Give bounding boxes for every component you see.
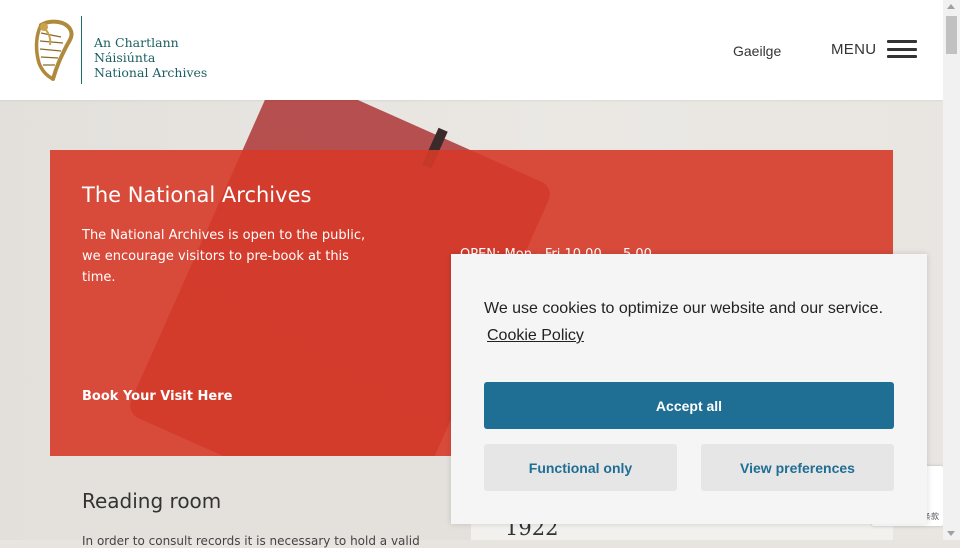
- scroll-down-arrow-icon[interactable]: [947, 531, 955, 536]
- view-preferences-button[interactable]: View preferences: [701, 444, 894, 491]
- scroll-thumb[interactable]: [946, 16, 957, 54]
- logo-irish-name: An Chartlann Náisiúnta: [94, 35, 179, 65]
- reading-room-section: Reading room In order to consult records…: [50, 456, 471, 548]
- reading-room-text: In order to consult records it is necess…: [82, 534, 420, 548]
- reading-room-title: Reading room: [82, 489, 222, 513]
- logo-text: An Chartlann Náisiúnta National Archives: [94, 35, 243, 80]
- menu-label: MENU: [831, 40, 877, 58]
- functional-only-button[interactable]: Functional only: [484, 444, 677, 491]
- national-archives-logo[interactable]: An Chartlann Náisiúnta National Archives: [33, 16, 243, 84]
- book-visit-link[interactable]: Book Your Visit Here: [82, 389, 232, 404]
- site-header: An Chartlann Náisiúnta National Archives…: [0, 0, 943, 100]
- harp-icon: [34, 19, 74, 81]
- hamburger-icon: [887, 40, 918, 58]
- accept-all-button[interactable]: Accept all: [484, 382, 894, 429]
- logo-english-name: National Archives: [94, 65, 208, 80]
- scroll-up-arrow-icon[interactable]: [947, 4, 955, 9]
- cookie-policy-link[interactable]: Cookie Policy: [487, 327, 584, 345]
- language-link[interactable]: Gaeilge: [733, 43, 781, 59]
- hero-description: The National Archives is open to the pub…: [82, 228, 366, 285]
- logo-divider: [81, 16, 82, 84]
- cookie-banner: We use cookies to optimize our website a…: [451, 254, 927, 524]
- hero-title: The National Archives: [82, 183, 312, 207]
- page-scrollbar[interactable]: [943, 0, 960, 540]
- cookie-message: We use cookies to optimize our website a…: [484, 300, 884, 317]
- menu-button[interactable]: MENU: [831, 40, 918, 58]
